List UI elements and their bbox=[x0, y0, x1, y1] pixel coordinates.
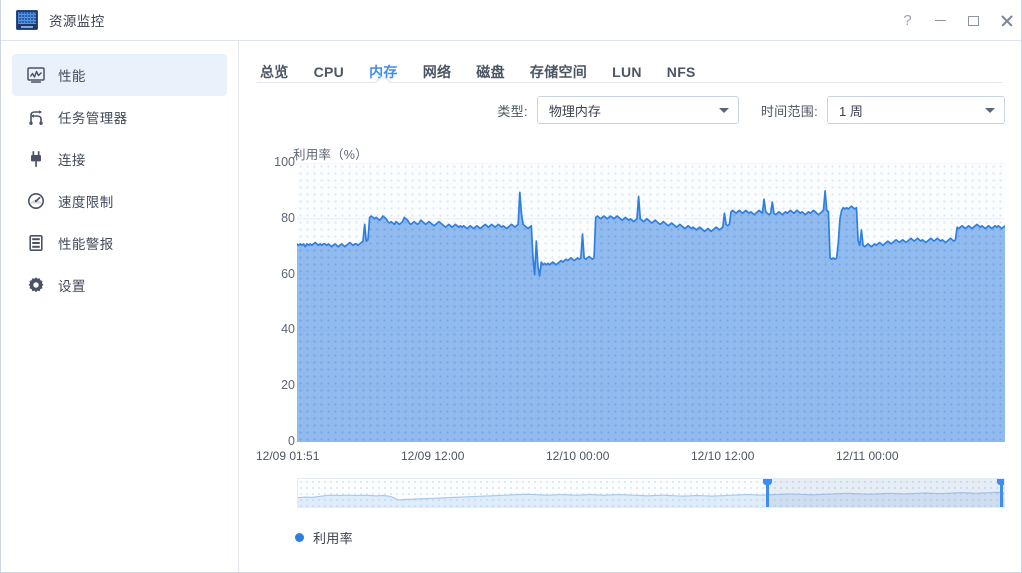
type-select-value: 物理内存 bbox=[548, 103, 601, 119]
sidebar-item-performance[interactable]: 性能 bbox=[12, 54, 227, 96]
sidebar-item-label: 设置 bbox=[58, 279, 86, 294]
alert-server-icon bbox=[26, 234, 45, 253]
window-title: 资源监控 bbox=[49, 14, 105, 29]
sidebar-item-label: 性能 bbox=[58, 69, 86, 84]
monitor-icon bbox=[16, 10, 38, 30]
maximize-button[interactable] bbox=[957, 0, 990, 41]
legend-color-dot bbox=[295, 533, 304, 542]
chart-legend: 利用率 bbox=[295, 528, 353, 547]
chart-controls: 类型: 物理内存 时间范围: 1 周 bbox=[497, 96, 1005, 124]
help-button[interactable]: ? bbox=[891, 0, 924, 41]
sidebar-item-connection[interactable]: 连接 bbox=[12, 138, 227, 180]
close-icon bbox=[1000, 14, 1013, 27]
sidebar-item-label: 速度限制 bbox=[58, 195, 114, 210]
title-bar-left: 资源监控 bbox=[1, 10, 105, 30]
range-overview-svg bbox=[298, 491, 1004, 507]
x-axis-tick: 12/10 00:00 bbox=[546, 449, 610, 463]
maximize-icon bbox=[968, 15, 979, 26]
speed-gauge-icon bbox=[26, 192, 45, 211]
tab-underline bbox=[257, 82, 1003, 83]
window-controls: ? bbox=[891, 0, 1021, 41]
plug-connection-icon bbox=[26, 150, 45, 169]
y-axis-tick: 40 bbox=[281, 322, 295, 337]
x-axis-tick: 12/09 12:00 bbox=[401, 449, 465, 463]
range-handle-right[interactable] bbox=[997, 479, 1004, 507]
x-axis-tick: 12/10 12:00 bbox=[691, 449, 755, 463]
time-range-select[interactable]: 1 周 bbox=[827, 96, 1005, 124]
plot-svg bbox=[297, 163, 1005, 442]
active-tab-caret bbox=[376, 77, 391, 83]
tab-storage-space[interactable]: 存储空间 bbox=[530, 62, 587, 84]
range-selection-mask bbox=[767, 479, 1004, 507]
y-axis-tick: 80 bbox=[281, 210, 295, 225]
y-axis-tick: 100 bbox=[274, 155, 295, 169]
type-label: 类型: bbox=[497, 103, 528, 119]
minimize-button[interactable] bbox=[924, 0, 957, 41]
type-select[interactable]: 物理内存 bbox=[536, 96, 739, 124]
sidebar-item-speed-limit[interactable]: 速度限制 bbox=[12, 180, 227, 222]
y-axis-tick: 60 bbox=[281, 266, 295, 281]
y-axis-title: 利用率（%） bbox=[293, 148, 368, 162]
chevron-down-icon bbox=[718, 108, 729, 113]
performance-chart-icon bbox=[26, 66, 45, 85]
tab-overview[interactable]: 总览 bbox=[260, 62, 289, 84]
time-range-select-value: 1 周 bbox=[839, 103, 863, 119]
tab-nfs[interactable]: NFS bbox=[667, 64, 696, 82]
sidebar-item-performance-alert[interactable]: 性能警报 bbox=[12, 222, 227, 264]
sidebar: 性能 任务管理器 连接 速度限制 性能警报 设置 bbox=[1, 41, 239, 572]
tab-bar: 总览 CPU 内存 网络 磁盘 存储空间 LUN NFS bbox=[240, 52, 1021, 94]
range-handle-left[interactable] bbox=[763, 479, 773, 507]
tab-disk[interactable]: 磁盘 bbox=[476, 62, 505, 84]
legend-label: 利用率 bbox=[313, 531, 353, 546]
x-axis-tick: 12/11 00:00 bbox=[836, 449, 899, 463]
tab-network[interactable]: 网络 bbox=[423, 62, 452, 84]
y-axis-tick: 0 bbox=[288, 434, 295, 448]
sidebar-item-label: 任务管理器 bbox=[58, 111, 128, 126]
y-axis-tick: 20 bbox=[281, 378, 295, 393]
tab-cpu[interactable]: CPU bbox=[314, 64, 344, 82]
resource-monitor-window: 资源监控 ? 性能 任务管理器 连接 速度限制 性能警报 设置 总览 CPU 内… bbox=[0, 0, 1022, 573]
time-range-label: 时间范围: bbox=[760, 103, 818, 119]
x-axis-tick: 12/09 01:51 bbox=[256, 449, 320, 463]
sidebar-item-label: 性能警报 bbox=[58, 237, 114, 252]
task-manager-icon bbox=[26, 108, 45, 127]
y-axis-ticks: 0 20 40 60 80 100 bbox=[257, 41, 295, 572]
title-bar: 资源监控 ? bbox=[1, 0, 1021, 41]
chevron-down-icon bbox=[985, 108, 995, 113]
minimize-icon bbox=[935, 19, 946, 22]
main-content: 总览 CPU 内存 网络 磁盘 存储空间 LUN NFS 类型: 物理内存 时间… bbox=[240, 41, 1021, 572]
range-selector[interactable] bbox=[297, 478, 1005, 508]
tab-lun[interactable]: LUN bbox=[612, 64, 642, 82]
sidebar-item-label: 连接 bbox=[58, 153, 86, 168]
gear-icon bbox=[26, 276, 45, 295]
utilization-plot[interactable] bbox=[297, 163, 1005, 442]
plot-dot-texture bbox=[297, 190, 1005, 442]
sidebar-item-settings[interactable]: 设置 bbox=[12, 264, 227, 306]
sidebar-item-task-manager[interactable]: 任务管理器 bbox=[12, 96, 227, 138]
close-button[interactable] bbox=[990, 0, 1021, 41]
